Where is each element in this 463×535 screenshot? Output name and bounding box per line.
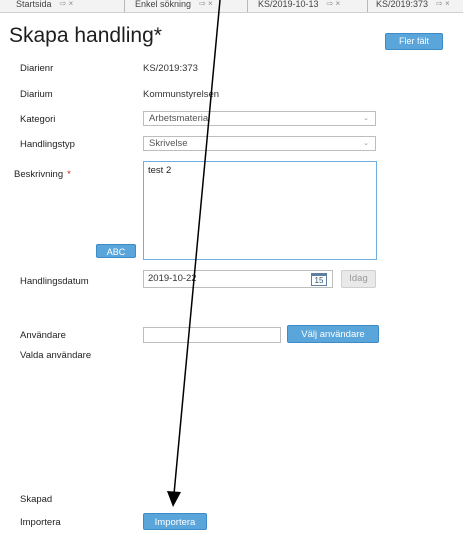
tab-ks-2019-10-13[interactable]: KS/2019-10-13 ⇨ × (258, 0, 340, 12)
beskrivning-textarea[interactable]: test 2 (143, 161, 377, 260)
importera-label: Importera (20, 517, 61, 528)
importera-button[interactable]: Importera (143, 513, 207, 530)
handlingstyp-selected-value: Skrivelse (149, 138, 188, 149)
handlingsdatum-input[interactable]: 2019-10-22 (143, 270, 333, 288)
tab-divider (247, 0, 248, 12)
diarium-label: Diarium (20, 89, 53, 100)
fler-falt-button[interactable]: Fler fält (385, 33, 443, 50)
calendar-icon[interactable]: 15 (311, 273, 327, 286)
handlingsdatum-label: Handlingsdatum (20, 276, 89, 287)
valj-anvandare-button[interactable]: Välj användare (287, 325, 379, 343)
beskrivning-label: Beskrivning * (14, 169, 71, 180)
kategori-selected-value: Arbetsmaterial (149, 113, 211, 124)
tab-controls[interactable]: ⇨ × (60, 0, 74, 8)
tab-ks-2019-373[interactable]: KS/2019:373 ⇨ × (376, 0, 450, 12)
chevron-down-icon: ⌄ (363, 115, 369, 122)
tab-label: KS/2019-10-13 (258, 0, 319, 9)
arrow-head (167, 491, 181, 507)
page-title: Skapa handling* (9, 24, 162, 47)
tab-enkel-sokning[interactable]: Enkel sökning ⇨ × (135, 0, 213, 12)
handlingstyp-label: Handlingstyp (20, 139, 75, 150)
tab-controls[interactable]: ⇨ × (199, 0, 213, 8)
anvandare-input[interactable] (143, 327, 281, 343)
tab-divider (124, 0, 125, 12)
spellcheck-abc-button[interactable]: ABC (96, 244, 136, 258)
kategori-label: Kategori (20, 114, 56, 125)
tab-bar: Startsida ⇨ × Enkel sökning ⇨ × KS/2019-… (0, 0, 463, 13)
tab-divider (367, 0, 368, 12)
diarienr-value: KS/2019:373 (143, 63, 198, 74)
required-marker: * (67, 169, 71, 180)
tab-startsida[interactable]: Startsida ⇨ × (16, 0, 73, 12)
diarium-value: Kommunstyrelsen (143, 89, 220, 100)
anvandare-label: Användare (20, 330, 66, 341)
skapad-label: Skapad (20, 494, 53, 505)
tab-controls[interactable]: ⇨ × (436, 0, 450, 8)
handlingstyp-select[interactable]: Skrivelse ⌄ (143, 136, 376, 151)
tab-controls[interactable]: ⇨ × (327, 0, 341, 8)
beskrivning-label-text: Beskrivning (14, 169, 64, 180)
tab-label: KS/2019:373 (376, 0, 429, 9)
valda-anvandare-label: Valda användare (20, 350, 92, 361)
tab-label: Startsida (16, 0, 52, 9)
pointer-arrow (167, 0, 221, 507)
diarienr-label: Diarienr (20, 63, 54, 74)
tab-label: Enkel sökning (135, 0, 192, 9)
chevron-down-icon: ⌄ (363, 140, 369, 147)
kategori-select[interactable]: Arbetsmaterial ⌄ (143, 111, 376, 126)
idag-button[interactable]: Idag (341, 270, 376, 288)
